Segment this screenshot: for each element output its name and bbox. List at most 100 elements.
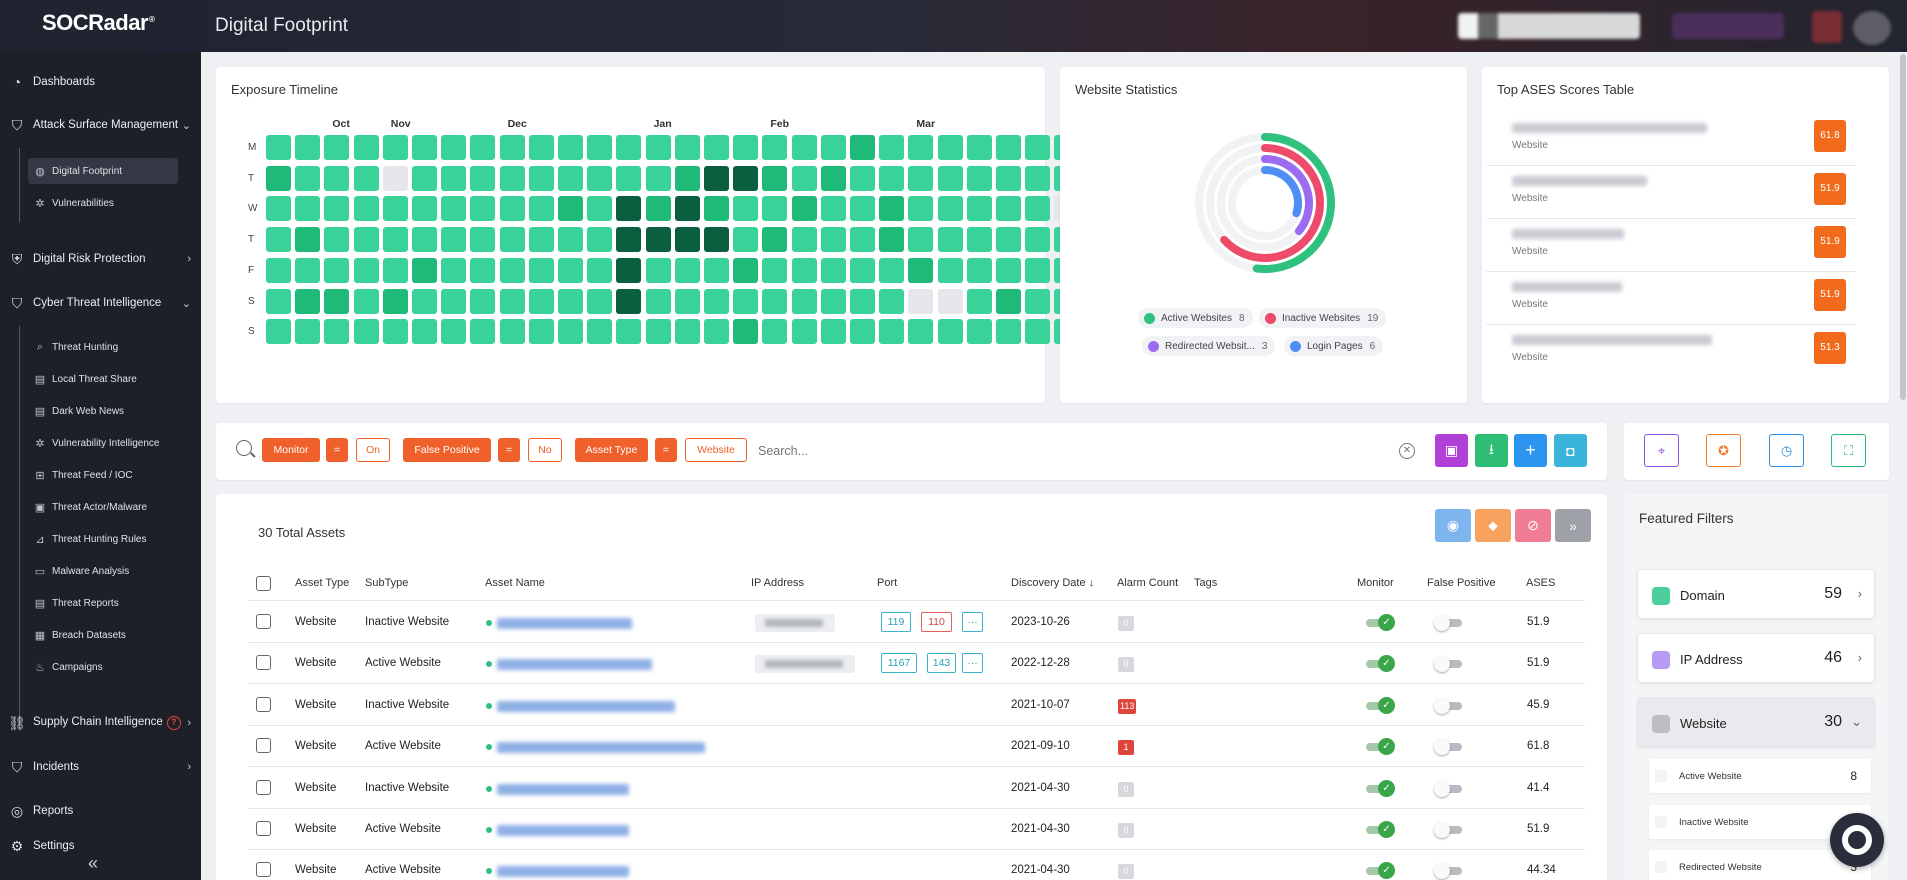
heatmap-cell[interactable] <box>441 227 467 253</box>
heatmap-cell[interactable] <box>499 288 525 314</box>
heatmap-cell[interactable] <box>412 165 437 191</box>
filter-chip-key[interactable]: Asset Type <box>575 438 648 462</box>
column-header[interactable]: Asset Type <box>295 577 349 589</box>
heatmap-cell[interactable] <box>266 257 291 283</box>
column-header[interactable]: ASES <box>1526 577 1555 589</box>
heatmap-cell[interactable] <box>879 196 905 222</box>
heatmap-cell[interactable] <box>382 257 408 283</box>
heatmap-cell[interactable] <box>470 165 496 191</box>
legend-redirected-websites[interactable]: Redirected Websit... 3 <box>1142 336 1276 356</box>
ases-row[interactable]: Website 51.9 <box>1486 219 1856 272</box>
heatmap-cell[interactable] <box>470 227 496 253</box>
heatmap-cell[interactable] <box>850 257 875 283</box>
heatmap-cell[interactable] <box>324 319 350 345</box>
heatmap-cell[interactable] <box>791 319 817 345</box>
heatmap-cell[interactable] <box>353 227 379 253</box>
heatmap-cell[interactable] <box>295 227 321 253</box>
heatmap-cell[interactable] <box>441 135 467 160</box>
sidebar-item-malware-analysis[interactable]: ▭ Malware Analysis <box>28 558 178 584</box>
heatmap-cell[interactable] <box>382 135 408 160</box>
asset-name-link[interactable] <box>497 825 629 836</box>
heatmap-cell[interactable] <box>645 165 671 191</box>
heatmap-cell[interactable] <box>820 227 846 253</box>
sidebar-item-cti[interactable]: ⛉ Cyber Threat Intelligence ⌄ <box>0 283 201 323</box>
heatmap-cell[interactable] <box>879 319 905 345</box>
heatmap-cell[interactable] <box>966 196 992 222</box>
filter-chip-key[interactable]: Monitor <box>262 438 320 462</box>
user-avatar[interactable] <box>1853 11 1891 45</box>
heatmap-cell[interactable] <box>733 227 759 253</box>
column-header[interactable]: IP Address <box>751 577 804 589</box>
heatmap-cell[interactable] <box>762 288 788 314</box>
heatmap-cell[interactable] <box>528 227 554 253</box>
heatmap-cell[interactable] <box>996 165 1021 191</box>
heatmap-cell[interactable] <box>791 227 817 253</box>
heatmap-cell[interactable] <box>499 196 525 222</box>
table-row[interactable]: Website Inactive Website 2021-10-07 113 … <box>248 685 1585 726</box>
heatmap-cell[interactable] <box>616 165 642 191</box>
sidebar-item-vulnerability-intelligence[interactable]: ✲ Vulnerability Intelligence <box>28 430 178 456</box>
false-positive-toggle[interactable] <box>1434 615 1462 631</box>
heatmap-cell[interactable] <box>412 196 437 222</box>
heatmap-cell[interactable] <box>937 196 963 222</box>
heatmap-cell[interactable] <box>295 257 321 283</box>
heatmap-cell[interactable] <box>674 288 700 314</box>
heatmap-cell[interactable] <box>528 288 554 314</box>
filter-chip-value[interactable]: Website <box>685 438 747 462</box>
heatmap-cell[interactable] <box>879 257 905 283</box>
monitor-toggle[interactable]: ✓ <box>1366 614 1395 631</box>
heatmap-cell[interactable] <box>266 165 291 191</box>
heatmap-cell[interactable] <box>1025 288 1051 314</box>
ases-row[interactable]: Website 51.3 <box>1486 325 1856 378</box>
heatmap-cell[interactable] <box>791 257 817 283</box>
heatmap-cell[interactable] <box>791 165 817 191</box>
heatmap-cell[interactable] <box>353 165 379 191</box>
column-header[interactable]: Monitor <box>1357 577 1394 589</box>
column-header[interactable]: Asset Name <box>485 577 545 589</box>
ases-row[interactable]: Website 61.8 <box>1486 113 1856 166</box>
page-scrollbar[interactable] <box>1900 54 1906 400</box>
monitor-toggle[interactable]: ✓ <box>1366 655 1395 672</box>
heatmap-cell[interactable] <box>966 227 992 253</box>
sidebar-item-attack-surface[interactable]: ⛉ Attack Surface Management ⌄ <box>0 105 201 145</box>
sidebar-item-breach-datasets[interactable]: ▦ Breach Datasets <box>28 622 178 648</box>
heatmap-cell[interactable] <box>528 257 554 283</box>
table-row[interactable]: Website Inactive Website 119 110 ··· 202… <box>248 602 1585 643</box>
table-row[interactable]: Website Active Website 2021-04-30 0 ✓ 44… <box>248 850 1585 880</box>
false-positive-toggle[interactable] <box>1434 781 1462 797</box>
heatmap-cell[interactable] <box>558 319 583 345</box>
port-badge[interactable]: 143 <box>927 653 956 673</box>
column-header[interactable]: Port <box>877 577 897 589</box>
heatmap-cell[interactable] <box>674 165 700 191</box>
heatmap-cell[interactable] <box>762 165 788 191</box>
heatmap-cell[interactable] <box>704 165 729 191</box>
heatmap-cell[interactable] <box>733 135 759 160</box>
heatmap-cell[interactable] <box>733 165 759 191</box>
asset-name-link[interactable] <box>497 701 675 712</box>
heatmap-cell[interactable] <box>996 319 1021 345</box>
heatmap-cell[interactable] <box>295 135 321 160</box>
heatmap-cell[interactable] <box>762 227 788 253</box>
heatmap-cell[interactable] <box>733 288 759 314</box>
heatmap-cell[interactable] <box>908 288 934 314</box>
heatmap-cell[interactable] <box>937 135 963 160</box>
legend-active-websites[interactable]: Active Websites 8 <box>1138 308 1253 328</box>
heatmap-cell[interactable] <box>558 257 583 283</box>
heatmap-cell[interactable] <box>558 165 583 191</box>
heatmap-cell[interactable] <box>937 227 963 253</box>
heatmap-cell[interactable] <box>528 319 554 345</box>
row-checkbox[interactable] <box>256 821 271 836</box>
more-actions-icon[interactable]: » <box>1555 509 1591 542</box>
heatmap-cell[interactable] <box>295 196 321 222</box>
heatmap-cell[interactable] <box>441 165 467 191</box>
heatmap-cell[interactable] <box>820 288 846 314</box>
legend-inactive-websites[interactable]: Inactive Websites 19 <box>1259 308 1387 328</box>
heatmap-cell[interactable] <box>996 288 1021 314</box>
heatmap-cell[interactable] <box>470 135 496 160</box>
clear-search-icon[interactable]: ✕ <box>1399 443 1415 459</box>
monitor-toggle[interactable]: ✓ <box>1366 780 1395 797</box>
sidebar-item-settings[interactable]: ⚙ Settings <box>0 833 201 859</box>
table-row[interactable]: Website Active Website 2021-04-30 0 ✓ 51… <box>248 809 1585 850</box>
login-pages-arc[interactable] <box>1261 166 1302 218</box>
heatmap-cell[interactable] <box>645 257 671 283</box>
